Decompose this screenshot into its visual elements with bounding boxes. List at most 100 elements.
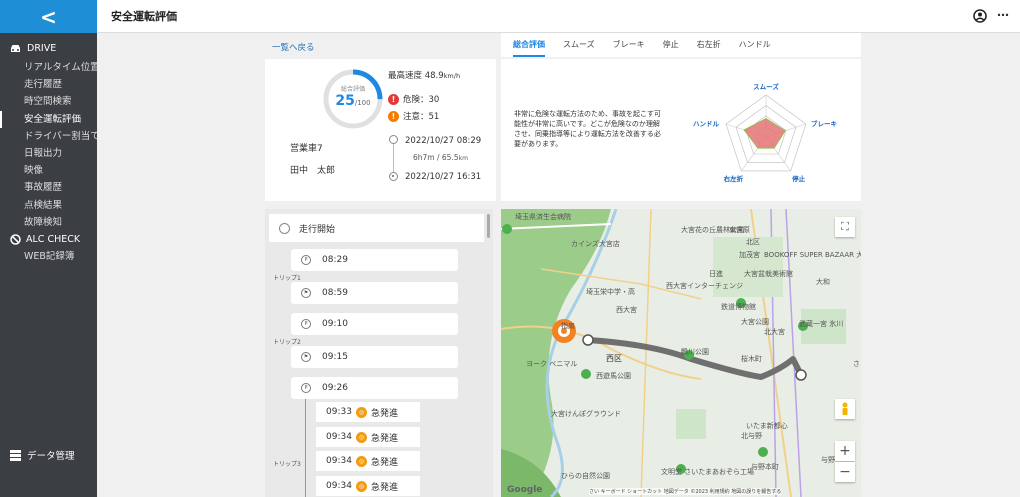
sidebar-item[interactable]: 点検結果 <box>0 197 97 214</box>
radar-chart: スムーズブレーキ停止 右左折 ハンドル <box>693 82 837 183</box>
tab[interactable]: 総合評価 <box>513 33 545 57</box>
sidebar-logo[interactable]: < <box>0 0 97 33</box>
tab[interactable]: 右左折 <box>697 33 721 57</box>
event-type: 急発進 <box>370 457 398 468</box>
tab[interactable]: ブレーキ <box>613 33 645 57</box>
map-place-label: 北大宮 <box>764 328 785 336</box>
sidebar-item[interactable]: 安全運転評価 <box>0 110 97 128</box>
map-place-label: 指扇 <box>561 322 575 330</box>
map-place-label: 西大宮 <box>616 306 637 314</box>
tab[interactable]: ハンドル <box>739 33 771 57</box>
event-time: 09:33 <box>326 407 352 417</box>
sidebar-item[interactable]: 走行履歴 <box>0 76 97 93</box>
sidebar-section-alc: ALC CHECK <box>0 231 97 248</box>
radar-axis-label: 停止 <box>792 174 806 183</box>
trip-end-event[interactable]: ⚑ 08:59 <box>291 282 458 304</box>
trip-start-icon: P <box>301 383 311 393</box>
map-place-label: 武蔵一宮 氷川 <box>799 320 844 328</box>
event-row[interactable]: 09:34 ◎ 急発進 <box>316 427 420 447</box>
back-to-list-link[interactable]: 一覧へ戻る <box>272 41 315 53</box>
event-time: 09:15 <box>322 352 348 362</box>
end-circle-icon <box>389 172 398 181</box>
trip-start-event[interactable]: P 08:29 <box>291 249 458 271</box>
map-place-label: 大和 <box>816 278 830 286</box>
sidebar-item[interactable]: ドライバー割当て <box>0 128 97 145</box>
fullscreen-button[interactable]: ⛶ <box>835 217 855 237</box>
radar-axis-label: ブレーキ <box>811 119 837 128</box>
map-place-label: いたま新都心 <box>746 422 788 430</box>
sidebar-section-label: DRIVE <box>27 43 57 54</box>
event-row[interactable]: 09:34 ◎ 急発進 <box>316 451 420 471</box>
trip-start-icon: P <box>301 319 311 329</box>
start-time: 2022/10/27 08:29 <box>405 136 482 146</box>
sidebar-section-drive: DRIVE <box>0 41 97 56</box>
sidebar-item[interactable]: 故障検知 <box>0 214 97 231</box>
score-value: 25/100 <box>335 93 371 109</box>
user-circle-icon[interactable] <box>973 9 987 23</box>
evaluation-description: 非常に危険な運転方法のため、事故を起こす可能性が非常に高いです。どこが危険なのか… <box>514 110 661 148</box>
zoom-in-button[interactable]: + <box>835 441 855 461</box>
caution-count: ! 注意：51 <box>388 110 439 122</box>
radar-card: 非常に危険な運転方法のため、事故を起こす可能性が非常に高いです。どこが危険なのか… <box>501 59 861 201</box>
tab[interactable]: 停止 <box>663 33 679 57</box>
flag-icon: ⚑ <box>301 352 311 362</box>
trip-start-event[interactable]: P 09:10 <box>291 313 458 335</box>
map-place-label: 与野本町 <box>751 463 779 471</box>
scrollbar[interactable] <box>487 214 490 238</box>
sudden-start-icon: ◎ <box>355 406 367 418</box>
radar-axis-label: スムーズ <box>753 82 779 91</box>
event-type: 急発進 <box>370 408 398 419</box>
event-list: 走行開始 P 08:29 トリップ1 ⚑ 08:59 P 09:10 トリップ2 ⚑ 09:15 P… <box>265 209 493 497</box>
car-icon <box>11 45 20 52</box>
sidebar-item[interactable]: 映像 <box>0 162 97 179</box>
sidebar-item-label: データ管理 <box>27 451 75 462</box>
trip-label: トリップ3 <box>273 461 301 468</box>
max-speed: 最高速度 48.9km/h <box>388 71 461 81</box>
event-time: 09:34 <box>326 456 352 466</box>
driver-name: 田中 太郎 <box>290 166 336 176</box>
summary-card: 総合評価 25/100 最高速度 48.9km/h ! 危険：30 ! 注意：51 … <box>265 59 496 201</box>
google-logo: Google <box>507 485 543 495</box>
map-place-label: 大宮けんぽグラウンド <box>551 410 621 418</box>
trip-start-row[interactable]: 走行開始 <box>269 214 484 242</box>
sidebar-item[interactable]: WEB記録簿 <box>0 248 97 265</box>
sidebar-item-data-management[interactable]: データ管理 <box>10 448 75 462</box>
sidebar-item[interactable]: 事故履歴 <box>0 179 97 196</box>
sidebar-item[interactable]: 時空間検索 <box>0 93 97 110</box>
event-time: 08:29 <box>322 255 348 265</box>
event-time: 09:26 <box>322 383 348 393</box>
trip-start-event[interactable]: P 09:26 <box>291 377 458 399</box>
map-place-label: 東宮原 <box>729 226 750 234</box>
sidebar-item[interactable]: 日報出力 <box>0 145 97 162</box>
route-map[interactable]: 埼玉県済生会病院 カインズ大宮店 大宮花の丘農林公園 東宮原 北区 BOOKOFF SUP… <box>501 209 861 497</box>
trip-label: トリップ1 <box>273 275 301 282</box>
trip-end-event[interactable]: ⚑ 09:15 <box>291 346 458 368</box>
map-place-label: BOOKOFF SUPER BAZAAR 大宮ステラ <box>764 251 861 259</box>
tab[interactable]: スムーズ <box>563 33 595 57</box>
flag-icon: ⚑ <box>301 288 311 298</box>
sidebar: < DRIVE リアルタイム位置 走行履歴 時空間検索 安全運転評価 ドライバー割当て日… <box>0 0 97 497</box>
end-time: 2022/10/27 16:31 <box>405 172 482 182</box>
map-place-label: カインズ大宮店 <box>571 240 620 248</box>
street-view-pegman-icon[interactable] <box>835 399 855 419</box>
sidebar-section-label: ALC CHECK <box>26 233 81 245</box>
more-menu-button[interactable]: ⋯ <box>997 8 1010 22</box>
event-type: 急発進 <box>370 482 398 493</box>
back-chevron-icon[interactable]: < <box>40 7 57 27</box>
danger-icon: ! <box>388 93 399 105</box>
map-place-label: 北与野 <box>741 432 762 440</box>
map-place-label: 西区 <box>606 354 622 363</box>
radar-axis-label: ハンドル <box>693 120 720 128</box>
zoom-out-button[interactable]: − <box>835 462 855 482</box>
vehicle-name: 営業車7 <box>290 144 323 154</box>
trip-start-icon: P <box>301 255 311 265</box>
map-attribution[interactable]: さい キーボード ショートカット 地図データ ©2023 利用規約 地図の誤りを… <box>589 488 782 495</box>
event-row[interactable]: 09:33 ◎ 急発進 <box>316 402 420 422</box>
trip-duration: 6h7m / 65.5km <box>413 153 468 162</box>
map-place-label: 鴨川公園 <box>681 348 709 356</box>
event-row[interactable]: 09:34 ◎ 急発進 <box>316 476 420 496</box>
sidebar-item[interactable]: リアルタイム位置 <box>0 59 97 76</box>
map-place-label: 大宮公園 <box>741 318 769 326</box>
danger-count: ! 危険：30 <box>388 93 439 105</box>
map-place-label: 西遊馬公園 <box>596 372 631 380</box>
